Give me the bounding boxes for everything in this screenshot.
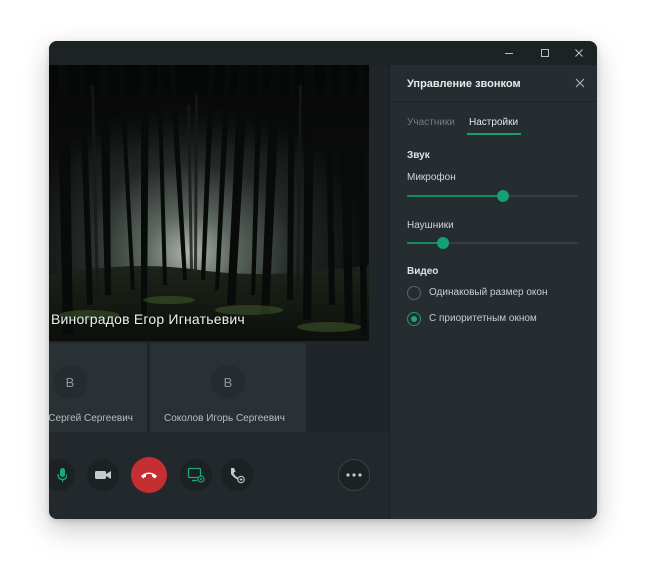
more-button[interactable] <box>338 459 370 491</box>
title-bar <box>49 41 597 65</box>
slider-handle[interactable] <box>436 237 449 249</box>
slider-handle[interactable] <box>496 190 509 202</box>
avatar: В <box>53 365 87 399</box>
panel-divider <box>390 101 597 102</box>
radio-label: Одинаковый размер окон <box>429 287 548 298</box>
call-transfer-button[interactable] <box>221 459 253 491</box>
slider-fill <box>407 195 503 197</box>
tab-settings[interactable]: Настройки <box>469 117 518 128</box>
call-window: Виноградов Егор Игнатьевич В Сергей Серг… <box>49 41 597 519</box>
minimize-icon[interactable] <box>501 45 517 61</box>
microphone-volume-slider[interactable] <box>407 190 578 202</box>
video-area: Виноградов Егор Игнатьевич В Сергей Серг… <box>49 65 389 472</box>
maximize-icon[interactable] <box>537 45 553 61</box>
main-speaker-name: Виноградов Егор Игнатьевич <box>51 311 245 327</box>
screen-share-button[interactable] <box>180 459 212 491</box>
screen-share-icon <box>187 467 205 483</box>
sound-section-heading: Звук <box>407 150 430 161</box>
radio-button[interactable] <box>407 312 421 326</box>
headphones-label: Наушники <box>407 220 454 231</box>
call-controls <box>49 432 389 519</box>
microphone-label: Микрофон <box>407 172 456 183</box>
active-tab-indicator <box>467 133 521 135</box>
headphones-volume-slider[interactable] <box>407 237 578 249</box>
avatar: В <box>211 365 245 399</box>
radio-button[interactable] <box>407 286 421 300</box>
microphone-button[interactable] <box>49 459 75 491</box>
forest-video-image <box>49 65 369 341</box>
more-icon <box>346 473 362 477</box>
panel-title: Управление звонком <box>407 78 521 90</box>
main-video-feed[interactable]: Виноградов Егор Игнатьевич <box>49 65 369 341</box>
radio-label: С приоритетным окном <box>429 313 537 324</box>
handset-transfer-icon <box>231 468 245 484</box>
video-section-heading: Видео <box>407 266 439 277</box>
camera-icon <box>95 471 111 479</box>
close-icon[interactable] <box>573 76 587 90</box>
tab-participants[interactable]: Участники <box>407 117 455 128</box>
microphone-icon <box>57 468 67 482</box>
participant-name: Соколов Игорь Сергеевич <box>164 413 285 424</box>
call-management-panel: Управление звонком Участники Настройки З… <box>389 65 597 519</box>
participant-name: Сергей Сергеевич <box>49 413 133 424</box>
hang-up-icon <box>141 472 157 479</box>
hang-up-button[interactable] <box>131 457 167 493</box>
camera-button[interactable] <box>87 459 119 491</box>
close-icon[interactable] <box>571 45 587 61</box>
